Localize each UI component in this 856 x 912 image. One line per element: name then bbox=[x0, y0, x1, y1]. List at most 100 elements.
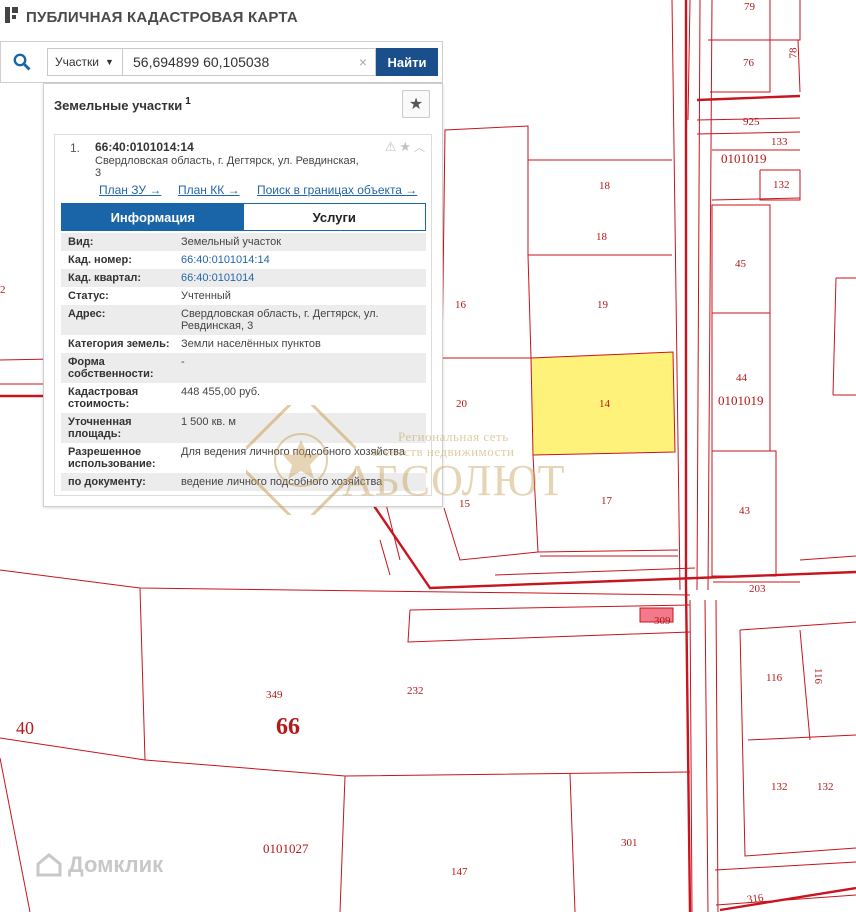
info-key: Кад. квартал: bbox=[68, 272, 142, 284]
district-label: 66 bbox=[276, 714, 300, 740]
result-address: Свердловская область, г. Дегтярск, ул. Р… bbox=[95, 155, 359, 179]
search-bar: Участки ▼ 56,694899 60,105038 × Найти bbox=[0, 41, 443, 83]
caret-down-icon: ▼ bbox=[105, 57, 114, 67]
house-icon bbox=[36, 853, 62, 877]
parcel-label: 45 bbox=[735, 258, 746, 270]
info-key: Вид: bbox=[68, 236, 94, 248]
info-key: Форма собственности: bbox=[68, 356, 154, 380]
info-key: Уточненная площадь: bbox=[68, 416, 132, 440]
results-count: 1 bbox=[185, 95, 191, 107]
road-label: 316 bbox=[746, 891, 765, 907]
parcel-label: 133 bbox=[771, 136, 788, 148]
info-row: Категория земель: Земли населённых пункто… bbox=[61, 335, 426, 353]
result-index: 1. bbox=[70, 141, 81, 155]
tab-information[interactable]: Информация bbox=[62, 204, 244, 230]
info-value: - bbox=[181, 356, 185, 368]
result-card: 1. 66:40:0101014:14 Свердловская область… bbox=[54, 134, 432, 496]
search-in-bounds-link[interactable]: Поиск в границах объекта → bbox=[257, 183, 417, 197]
info-row: Адрес: Свердловская область, г. Дегтярск,… bbox=[61, 305, 426, 335]
star-icon: ★ bbox=[408, 96, 424, 113]
parcel-label: 16 bbox=[455, 299, 466, 311]
search-icon[interactable] bbox=[1, 42, 43, 82]
parcel-label: 15 bbox=[459, 498, 470, 510]
info-key: Категория земель: bbox=[68, 338, 170, 350]
plan-kk-link[interactable]: План КК → bbox=[178, 183, 240, 197]
quarter-label: 0101027 bbox=[263, 841, 309, 856]
quarter-label: 0101019 bbox=[718, 393, 764, 408]
parcel-label: 78 bbox=[787, 47, 800, 59]
info-key: Разрешенное использование: bbox=[68, 446, 156, 470]
info-row: Кад. номер: 66:40:0101014:14 bbox=[61, 251, 426, 269]
parcel-label: 79 bbox=[744, 1, 755, 13]
search-type-select[interactable]: Участки ▼ bbox=[47, 48, 123, 76]
parcel-label: 2 bbox=[0, 284, 6, 296]
road-label: 925 bbox=[743, 116, 760, 128]
info-value: Земли населённых пунктов bbox=[181, 338, 321, 350]
kad-number-link[interactable]: 66:40:0101014:14 bbox=[181, 254, 426, 266]
info-row: Кад. квартал: 66:40:0101014 bbox=[61, 269, 426, 287]
info-row: Форма собственности: - bbox=[61, 353, 426, 383]
search-query: 56,694899 60,105038 bbox=[133, 54, 270, 70]
card-actions: ⚠ ★ ︿ bbox=[385, 139, 425, 155]
info-value: Учтенный bbox=[181, 290, 231, 302]
parcel-label: 18 bbox=[599, 180, 610, 192]
parcel-label: 132 bbox=[771, 781, 788, 793]
domclick-watermark: Домклик bbox=[36, 852, 163, 878]
search-input[interactable]: 56,694899 60,105038 × bbox=[123, 48, 376, 76]
star-icon[interactable]: ★ bbox=[399, 139, 411, 155]
parcel-label: 76 bbox=[743, 57, 754, 69]
chevron-up-icon[interactable]: ︿ bbox=[414, 139, 425, 155]
info-row: Статус: Учтенный bbox=[61, 287, 426, 305]
info-value: Свердловская область, г. Дегтярск, ул. Р… bbox=[181, 308, 379, 332]
parcel-label: 309 bbox=[654, 615, 671, 627]
parcel-label: 17 bbox=[601, 495, 612, 507]
kad-quarter-link[interactable]: 66:40:0101014 bbox=[181, 272, 426, 284]
panel-header: Земельные участки 1 ★ bbox=[44, 84, 442, 126]
tab-services[interactable]: Услуги bbox=[243, 204, 425, 230]
info-key: Статус: bbox=[68, 290, 109, 302]
parcel-label: 132 bbox=[773, 179, 790, 191]
info-value: 448 455,00 руб. bbox=[181, 386, 261, 398]
parcel-label: 132 bbox=[817, 781, 834, 793]
info-table: Вид: Земельный участок Кад. номер: 66:40:0… bbox=[61, 233, 426, 491]
find-button[interactable]: Найти bbox=[376, 48, 438, 76]
parcel-label: 20 bbox=[456, 398, 467, 410]
app-title: ПУБЛИЧНАЯ КАДАСТРОВАЯ КАРТА bbox=[26, 8, 298, 26]
info-row: Кадастровая стоимость: 448 455,00 руб. bbox=[61, 383, 426, 413]
info-row: по документу: ведение личного подсобного … bbox=[61, 473, 426, 491]
domclick-text: Домклик bbox=[68, 852, 164, 877]
parcel-label: 147 bbox=[451, 866, 468, 878]
parcel-label: 43 bbox=[739, 505, 750, 517]
info-value: ведение личного подсобного хозяйства bbox=[181, 476, 383, 488]
clear-icon[interactable]: × bbox=[359, 54, 367, 70]
warning-icon[interactable]: ⚠ bbox=[385, 139, 397, 155]
info-key: Адрес: bbox=[68, 308, 106, 320]
parcel-label: 14 bbox=[599, 398, 610, 410]
favorites-button[interactable]: ★ bbox=[402, 90, 430, 118]
road-label: 203 bbox=[749, 583, 766, 595]
rosreestr-logo-icon bbox=[4, 6, 20, 29]
parcel-label: 232 bbox=[407, 685, 424, 697]
info-key: по документу: bbox=[68, 476, 146, 488]
app-header: ПУБЛИЧНАЯ КАДАСТРОВАЯ КАРТА bbox=[0, 0, 298, 34]
parcel-label: 18 bbox=[596, 231, 607, 243]
parcel-label: 349 bbox=[266, 689, 283, 701]
parcel-label: 301 bbox=[621, 837, 638, 849]
card-tabs: Информация Услуги bbox=[61, 203, 426, 231]
info-value: 1 500 кв. м bbox=[181, 416, 236, 428]
parcel-label: 116 bbox=[812, 667, 825, 685]
result-kad-number[interactable]: 66:40:0101014:14 bbox=[95, 140, 194, 154]
info-value: Для ведения личного подсобного хозяйства bbox=[181, 446, 405, 458]
info-row: Вид: Земельный участок bbox=[61, 233, 426, 251]
plan-zu-link[interactable]: План ЗУ → bbox=[99, 183, 161, 197]
results-panel: Земельные участки 1 ★ 1. 66:40:0101014:1… bbox=[43, 83, 443, 507]
district-label: 40 bbox=[16, 718, 34, 738]
info-row: Разрешенное использование: Для ведения ли… bbox=[61, 443, 426, 473]
parcel-label: 116 bbox=[766, 672, 783, 684]
panel-title: Земельные участки bbox=[54, 97, 183, 113]
quarter-label: 0101019 bbox=[721, 151, 767, 166]
info-key: Кад. номер: bbox=[68, 254, 132, 266]
info-row: Уточненная площадь: 1 500 кв. м bbox=[61, 413, 426, 443]
info-key: Кадастровая стоимость: bbox=[68, 386, 139, 410]
parcel-label: 19 bbox=[597, 299, 608, 311]
